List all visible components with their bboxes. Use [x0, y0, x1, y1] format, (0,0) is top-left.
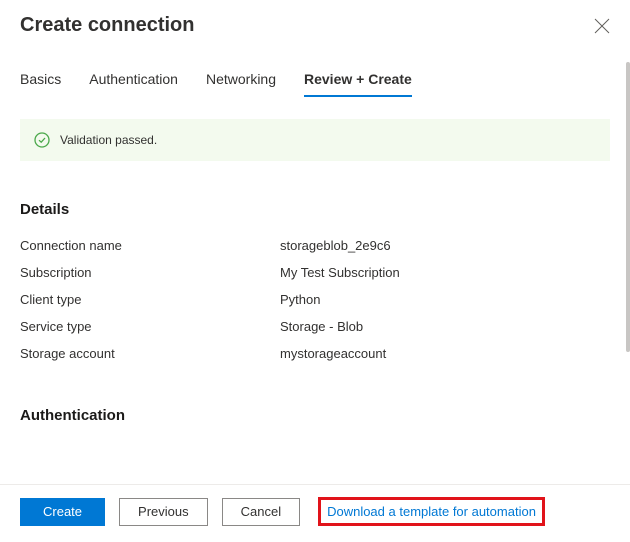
pane-footer: Create Previous Cancel Download a templa… — [0, 484, 630, 542]
checkmark-circle-icon — [34, 132, 50, 148]
tab-networking[interactable]: Networking — [206, 65, 276, 97]
wizard-tabs: Basics Authentication Networking Review … — [20, 65, 610, 97]
detail-row: Client type Python — [20, 286, 610, 313]
validation-message: Validation passed. — [60, 133, 157, 147]
validation-banner: Validation passed. — [20, 119, 610, 161]
tab-review-create[interactable]: Review + Create — [304, 65, 412, 97]
download-template-link[interactable]: Download a template for automation — [327, 504, 536, 519]
create-connection-pane: Create connection Basics Authentication … — [0, 0, 630, 542]
detail-value-connection-name: storageblob_2e9c6 — [280, 238, 610, 253]
detail-label-subscription: Subscription — [20, 265, 280, 280]
pane-title: Create connection — [20, 14, 194, 37]
detail-label-connection-name: Connection name — [20, 238, 280, 253]
detail-label-service-type: Service type — [20, 319, 280, 334]
tab-authentication[interactable]: Authentication — [89, 65, 178, 97]
detail-row: Subscription My Test Subscription — [20, 259, 610, 286]
section-title-details: Details — [20, 201, 610, 218]
close-icon[interactable] — [594, 18, 610, 34]
detail-row: Connection name storageblob_2e9c6 — [20, 232, 610, 259]
previous-button[interactable]: Previous — [119, 498, 208, 526]
cancel-button[interactable]: Cancel — [222, 498, 300, 526]
section-title-authentication: Authentication — [20, 407, 610, 424]
tab-basics[interactable]: Basics — [20, 65, 61, 97]
pane-header: Create connection — [0, 0, 630, 47]
create-button[interactable]: Create — [20, 498, 105, 526]
detail-row: Service type Storage - Blob — [20, 313, 610, 340]
scrollbar-thumb[interactable] — [626, 62, 630, 352]
detail-value-subscription: My Test Subscription — [280, 265, 610, 280]
pane-body[interactable]: Basics Authentication Networking Review … — [0, 47, 630, 484]
detail-value-service-type: Storage - Blob — [280, 319, 610, 334]
detail-value-storage-account: mystorageaccount — [280, 346, 610, 361]
detail-label-storage-account: Storage account — [20, 346, 280, 361]
detail-value-client-type: Python — [280, 292, 610, 307]
annotation-highlight: Download a template for automation — [318, 497, 545, 526]
detail-label-client-type: Client type — [20, 292, 280, 307]
detail-row: Storage account mystorageaccount — [20, 340, 610, 367]
